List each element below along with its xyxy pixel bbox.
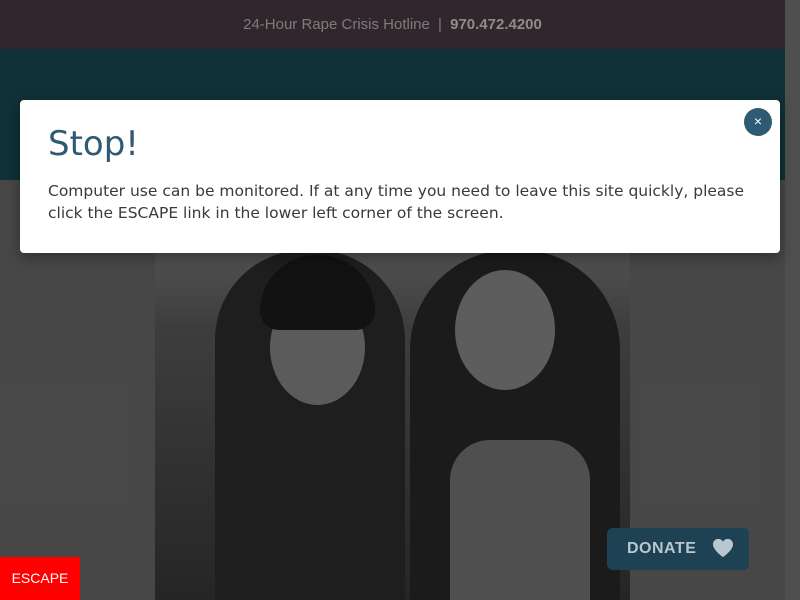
modal-message: Computer use can be monitored. If at any… [48,182,745,222]
donate-button[interactable]: DONATE [607,528,749,570]
escape-button[interactable]: ESCAPE [0,557,80,600]
heart-icon [713,538,733,558]
safety-modal: Stop! Computer use can be monitored. If … [20,100,780,253]
modal-overlay[interactable] [0,0,800,600]
close-icon[interactable]: × [744,108,772,136]
donate-label: DONATE [627,540,697,557]
modal-title: Stop! [48,124,139,164]
